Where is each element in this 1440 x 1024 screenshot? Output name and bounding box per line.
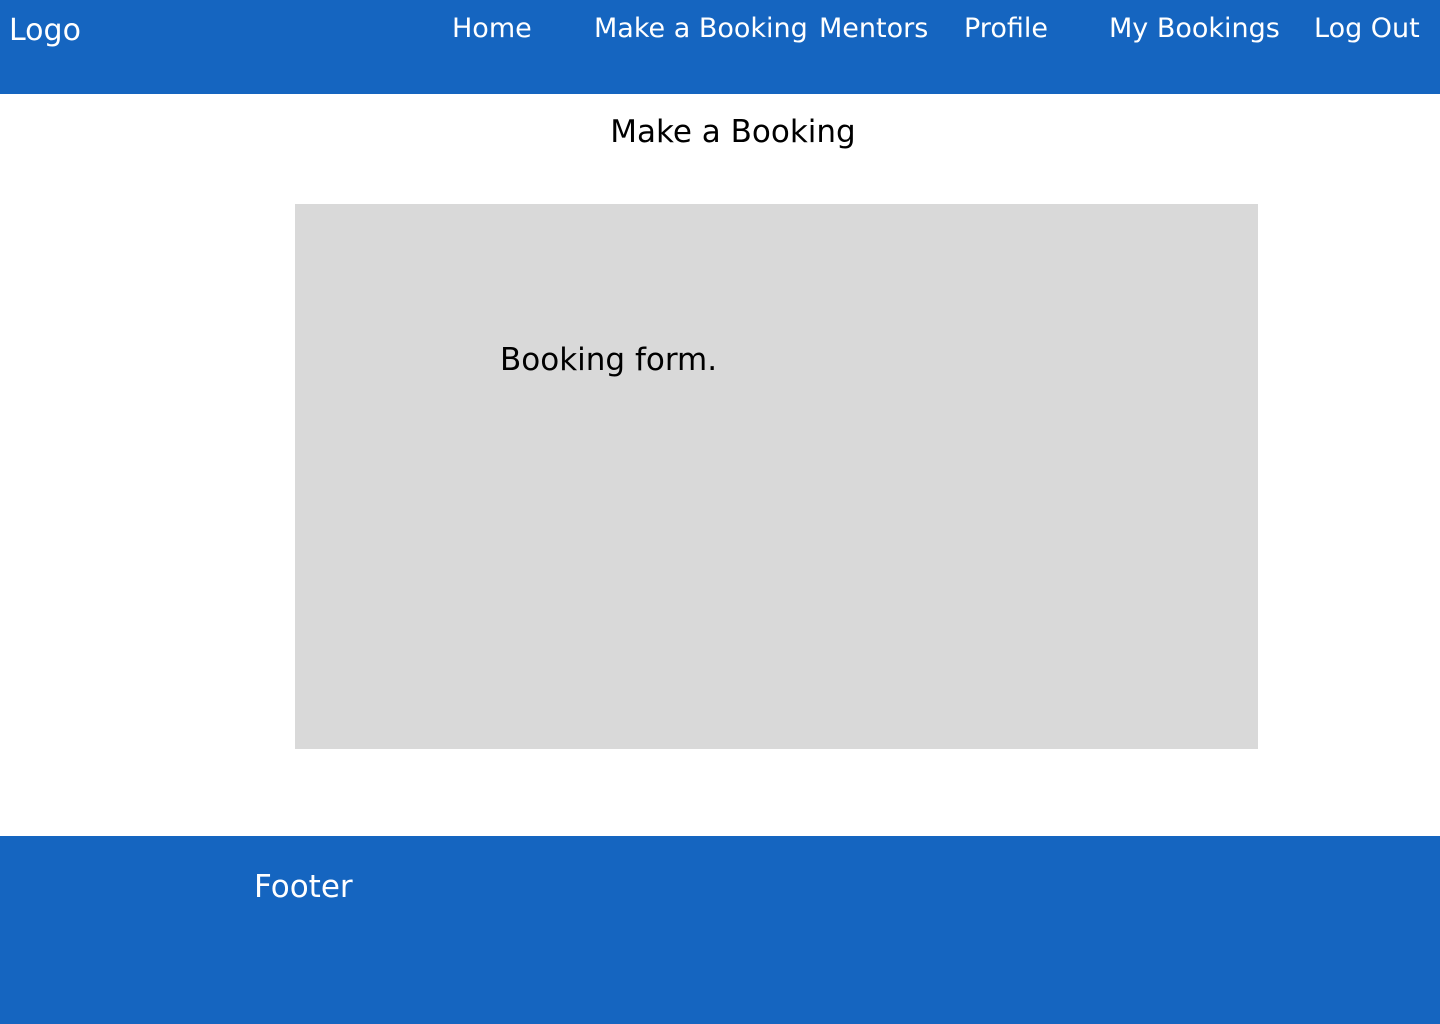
booking-form-container[interactable]: Booking form. <box>295 204 1258 749</box>
nav-item-my-bookings[interactable]: My Bookings <box>1109 11 1280 47</box>
nav-item-home[interactable]: Home <box>452 11 532 47</box>
footer-label: Footer <box>254 869 353 905</box>
logo[interactable]: Logo <box>9 12 81 50</box>
page-title: Make a Booking <box>610 114 856 150</box>
nav-item-mentors[interactable]: Mentors <box>819 11 928 47</box>
nav-item-log-out[interactable]: Log Out <box>1314 11 1420 47</box>
nav-item-make-a-booking[interactable]: Make a Booking <box>594 11 808 47</box>
site-footer: Footer <box>0 836 1440 1024</box>
booking-form-placeholder: Booking form. <box>500 342 718 378</box>
nav-item-profile[interactable]: Profile <box>964 11 1048 47</box>
site-header: Logo Home Make a Booking Mentors Profile… <box>0 0 1440 94</box>
